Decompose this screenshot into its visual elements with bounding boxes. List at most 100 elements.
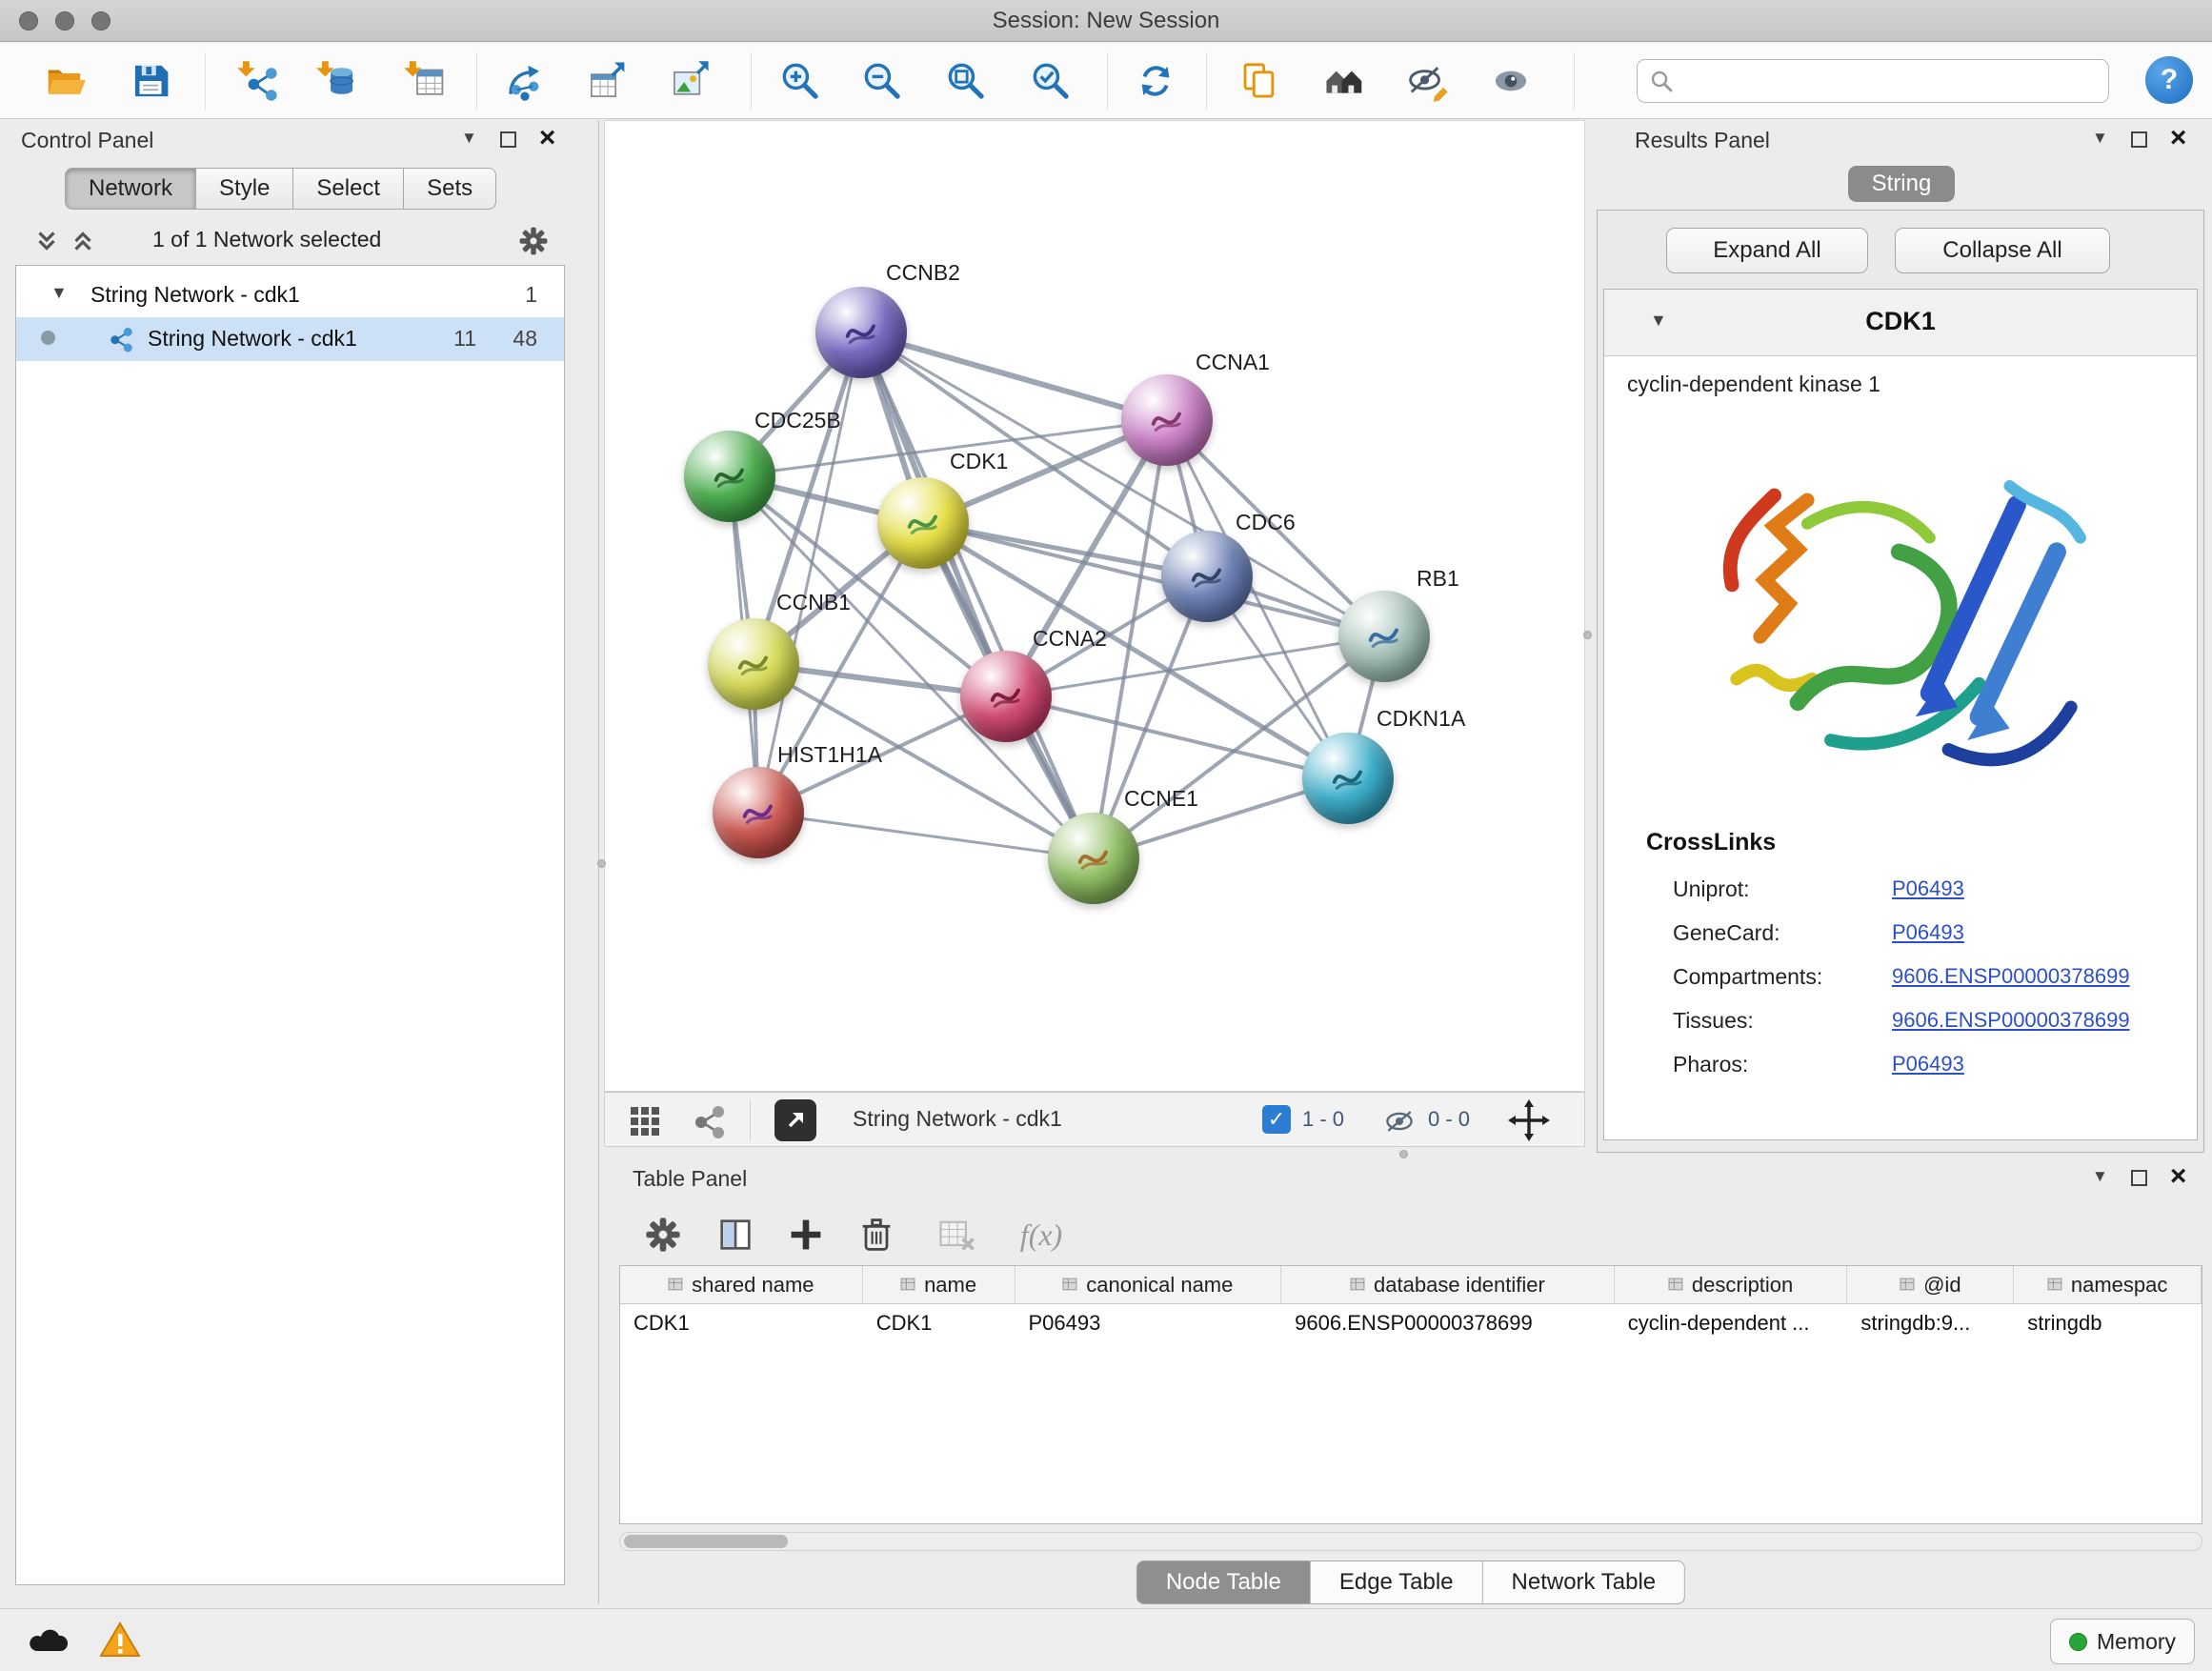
tab-style[interactable]: Style <box>196 168 293 210</box>
collapse-all-chevrons-icon[interactable] <box>69 227 97 255</box>
zoom-out-button[interactable] <box>855 54 909 108</box>
table-column-header[interactable]: @id <box>1847 1266 2014 1303</box>
table-column-header[interactable]: description <box>1615 1266 1848 1303</box>
delete-table-button[interactable] <box>930 1208 983 1261</box>
zoom-in-button[interactable] <box>774 54 827 108</box>
tab-sets[interactable]: Sets <box>404 168 496 210</box>
gene-card-header[interactable]: ▼ CDK1 <box>1604 290 2197 356</box>
zoom-fit-button[interactable] <box>939 54 993 108</box>
title-bar[interactable]: Session: New Session <box>0 0 2212 42</box>
panel-float-icon[interactable] <box>500 131 516 148</box>
birdseye-view-icon[interactable] <box>689 1102 727 1140</box>
refresh-layout-button[interactable] <box>1129 54 1182 108</box>
hidden-eye-slash-icon[interactable] <box>1382 1104 1417 1138</box>
search-box[interactable] <box>1637 59 2109 103</box>
table-column-header[interactable]: database identifier <box>1281 1266 1615 1303</box>
export-image-button[interactable] <box>663 54 716 108</box>
hide-selected-button[interactable] <box>1401 54 1455 108</box>
tree-disclosure-icon[interactable]: ▼ <box>50 283 68 303</box>
memory-button[interactable]: Memory <box>2050 1619 2195 1664</box>
cloud-status-icon[interactable] <box>25 1622 70 1657</box>
panel-collapse-icon[interactable]: ▼ <box>2092 1167 2108 1186</box>
import-network-file-button[interactable] <box>231 54 285 108</box>
expand-all-button[interactable]: Expand All <box>1666 228 1868 273</box>
table-cell[interactable]: 9606.ENSP00000378699 <box>1281 1304 1615 1342</box>
network-node-ccna2[interactable] <box>960 651 1052 742</box>
network-row-selected[interactable]: String Network - cdk1 11 48 <box>16 317 564 361</box>
panel-close-icon[interactable]: × <box>2170 1166 2187 1187</box>
import-network-database-button[interactable] <box>311 54 364 108</box>
table-column-header[interactable]: name <box>863 1266 1016 1303</box>
grid-mode-icon[interactable] <box>626 1102 664 1140</box>
network-node-cdk1[interactable] <box>877 477 969 569</box>
copy-button[interactable] <box>1233 54 1286 108</box>
table-column-header[interactable]: shared name <box>620 1266 863 1303</box>
import-table-button[interactable] <box>398 54 452 108</box>
table-options-button[interactable] <box>636 1208 690 1261</box>
network-node-rb1[interactable] <box>1338 591 1430 682</box>
network-node-hist1h1a[interactable] <box>713 767 804 858</box>
table-horizontal-scrollbar[interactable] <box>619 1532 2202 1551</box>
create-column-button[interactable] <box>779 1208 833 1261</box>
network-node-ccna1[interactable] <box>1121 374 1213 466</box>
crosslink-value-link[interactable]: P06493 <box>1892 876 1964 901</box>
zoom-selected-button[interactable] <box>1024 54 1077 108</box>
string-tab-badge[interactable]: String <box>1848 166 1955 202</box>
crosslink-value-link[interactable]: P06493 <box>1892 920 1964 945</box>
panel-collapse-icon[interactable]: ▼ <box>461 129 477 148</box>
table-cell[interactable]: CDK1 <box>620 1304 863 1342</box>
table-row[interactable]: CDK1CDK1P064939606.ENSP00000378699cyclin… <box>620 1304 2202 1342</box>
table-cell[interactable]: CDK1 <box>863 1304 1016 1342</box>
tab-node-table[interactable]: Node Table <box>1136 1560 1311 1604</box>
scrollbar-thumb[interactable] <box>624 1535 788 1548</box>
table-cell[interactable]: stringdb:9... <box>1847 1304 2014 1342</box>
network-node-ccnb1[interactable] <box>708 618 799 710</box>
table-cell[interactable]: stringdb <box>2014 1304 2202 1342</box>
fit-content-crosshair-icon[interactable] <box>1508 1099 1550 1141</box>
network-collection-row[interactable]: ▼ String Network - cdk1 1 <box>16 273 564 317</box>
crosslink-value-link[interactable]: 9606.ENSP00000378699 <box>1892 1008 2130 1033</box>
network-node-cdkn1a[interactable] <box>1302 733 1394 824</box>
help-button[interactable]: ? <box>2145 56 2193 104</box>
warning-icon[interactable] <box>99 1621 141 1659</box>
panel-float-icon[interactable] <box>2131 131 2147 148</box>
network-node-cdc25b[interactable] <box>684 431 775 522</box>
table-column-header[interactable]: namespac <box>2014 1266 2202 1303</box>
table-cell[interactable]: P06493 <box>1016 1304 1282 1342</box>
delete-column-button[interactable] <box>850 1208 903 1261</box>
network-node-cdc6[interactable] <box>1161 531 1253 622</box>
panel-close-icon[interactable]: × <box>539 128 556 149</box>
home-button[interactable] <box>1318 54 1372 108</box>
expand-all-chevrons-icon[interactable] <box>32 227 61 255</box>
save-session-button[interactable] <box>124 54 177 108</box>
collapse-all-button[interactable]: Collapse All <box>1895 228 2110 273</box>
panel-float-icon[interactable] <box>2131 1170 2147 1186</box>
panel-close-icon[interactable]: × <box>2170 128 2187 149</box>
crosslink-row: GeneCard:P06493 <box>1604 911 2197 955</box>
splitter-handle[interactable] <box>1583 631 1592 639</box>
network-options-gear-icon[interactable] <box>516 224 551 258</box>
tab-select[interactable]: Select <box>293 168 404 210</box>
export-table-button[interactable] <box>580 54 633 108</box>
new-network-from-selection-button[interactable] <box>498 54 552 108</box>
show-columns-button[interactable] <box>709 1208 762 1261</box>
splitter-handle[interactable] <box>1399 1150 1408 1158</box>
network-node-ccne1[interactable] <box>1048 813 1139 904</box>
open-session-button[interactable] <box>38 54 91 108</box>
show-all-button[interactable] <box>1484 54 1538 108</box>
tab-edge-table[interactable]: Edge Table <box>1311 1560 1483 1604</box>
splitter-handle[interactable] <box>597 859 606 868</box>
table-column-header[interactable]: canonical name <box>1016 1266 1282 1303</box>
function-builder-button[interactable]: f(x) <box>998 1208 1084 1261</box>
search-input[interactable] <box>1683 69 2097 93</box>
tab-network-table[interactable]: Network Table <box>1483 1560 1686 1604</box>
detach-view-button[interactable] <box>774 1099 816 1141</box>
table-cell[interactable]: cyclin-dependent ... <box>1615 1304 1848 1342</box>
tab-network[interactable]: Network <box>65 168 196 210</box>
selected-nodes-checkbox[interactable]: ✓ <box>1262 1105 1291 1134</box>
panel-collapse-icon[interactable]: ▼ <box>2092 129 2108 148</box>
network-view-canvas[interactable]: CCNB2CCNA1CDC25BCDK1CDC6RB1CCNB1CCNA2CDK… <box>604 120 1585 1092</box>
crosslink-value-link[interactable]: P06493 <box>1892 1052 1964 1077</box>
network-node-ccnb2[interactable] <box>815 287 907 378</box>
crosslink-value-link[interactable]: 9606.ENSP00000378699 <box>1892 964 2130 989</box>
